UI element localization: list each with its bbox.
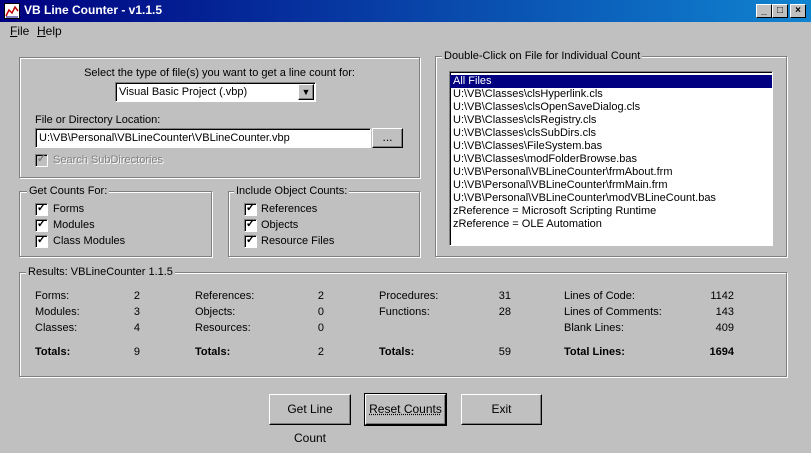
title-bar[interactable]: VB Line Counter - v1.1.5 _ □ × (0, 0, 811, 22)
list-item[interactable]: zReference = OLE Automation (450, 218, 772, 231)
references-label: References (261, 203, 317, 215)
location-label: File or Directory Location: (35, 114, 160, 126)
list-item[interactable]: U:\VB\Personal\VBLineCounter\modVBLineCo… (450, 192, 772, 205)
result-label: Resources: (195, 322, 251, 334)
list-item[interactable]: All Files (450, 75, 772, 88)
result-label: Objects: (195, 306, 235, 318)
totals-value: 2 (284, 346, 324, 358)
result-label: Lines of Comments: (564, 306, 662, 318)
maximize-button[interactable]: □ (772, 4, 788, 18)
minimize-button[interactable]: _ (756, 4, 772, 18)
object-counts-title: Include Object Counts: (234, 185, 349, 197)
list-item[interactable]: U:\VB\Classes\clsOpenSaveDialog.cls (450, 101, 772, 114)
location-value: U:\VB\Personal\VBLineCounter\VBLineCount… (39, 132, 290, 144)
totals-value: 9 (100, 346, 140, 358)
menu-help-mnemonic: H (37, 24, 46, 38)
objects-label: Objects (261, 219, 298, 231)
dropdown-arrow-icon[interactable]: ▼ (298, 84, 314, 100)
results-title: Results: VBLineCounter 1.1.5 (26, 266, 175, 278)
list-item[interactable]: zReference = Microsoft Scripting Runtime (450, 205, 772, 218)
total-lines-label: Total Lines: (564, 346, 625, 358)
result-label: Classes: (35, 322, 77, 334)
result-value: 28 (471, 306, 511, 318)
totals-label: Totals: (35, 346, 70, 358)
file-type-value: Visual Basic Project (.vbp) (119, 86, 247, 98)
result-label: Procedures: (379, 290, 438, 302)
location-input[interactable]: U:\VB\Personal\VBLineCounter\VBLineCount… (35, 128, 371, 148)
menu-bar: File Help (0, 22, 811, 40)
modules-checkbox[interactable]: ✓ (35, 219, 48, 232)
class-modules-label: Class Modules (53, 235, 125, 247)
result-value: 1142 (694, 290, 734, 302)
file-list-title: Double-Click on File for Individual Coun… (442, 50, 642, 62)
result-label: Modules: (35, 306, 80, 318)
result-value: 0 (284, 322, 324, 334)
result-label: Functions: (379, 306, 430, 318)
get-line-count-button[interactable]: Get Line Count (269, 394, 351, 425)
reset-counts-button[interactable]: Reset Counts (365, 394, 446, 425)
class-modules-checkbox[interactable]: ✓ (35, 235, 48, 248)
search-subdirs-checkbox[interactable]: ✓ (35, 154, 48, 167)
result-value: 4 (100, 322, 140, 334)
result-value: 31 (471, 290, 511, 302)
result-label: Lines of Code: (564, 290, 635, 302)
result-label: Blank Lines: (564, 322, 624, 334)
totals-label: Totals: (195, 346, 230, 358)
search-subdirs-label: Search SubDirectories (53, 154, 163, 166)
result-value: 2 (100, 290, 140, 302)
list-item[interactable]: U:\VB\Personal\VBLineCounter\frmMain.frm (450, 179, 772, 192)
file-listbox[interactable]: All Files U:\VB\Classes\clsHyperlink.cls… (449, 71, 773, 246)
forms-label: Forms (53, 203, 84, 215)
menu-help-label: elp (46, 24, 62, 38)
references-checkbox[interactable]: ✓ (244, 203, 257, 216)
result-value: 3 (100, 306, 140, 318)
file-type-label: Select the type of file(s) you want to g… (19, 67, 420, 79)
list-item[interactable]: U:\VB\Classes\clsRegistry.cls (450, 114, 772, 127)
browse-button[interactable]: ... (372, 128, 403, 148)
list-item[interactable]: U:\VB\Classes\modFolderBrowse.bas (450, 153, 772, 166)
result-value: 409 (694, 322, 734, 334)
totals-value: 59 (471, 346, 511, 358)
forms-checkbox[interactable]: ✓ (35, 203, 48, 216)
result-label: References: (195, 290, 254, 302)
modules-label: Modules (53, 219, 95, 231)
result-value: 2 (284, 290, 324, 302)
result-value: 0 (284, 306, 324, 318)
file-type-select[interactable]: Visual Basic Project (.vbp) ▼ (115, 82, 316, 102)
list-item[interactable]: U:\VB\Personal\VBLineCounter\frmAbout.fr… (450, 166, 772, 179)
list-item[interactable]: U:\VB\Classes\clsSubDirs.cls (450, 127, 772, 140)
menu-file-label: ile (17, 24, 29, 38)
objects-checkbox[interactable]: ✓ (244, 219, 257, 232)
menu-file[interactable]: File (10, 24, 29, 38)
result-label: Forms: (35, 290, 69, 302)
app-icon (4, 3, 20, 19)
totals-label: Totals: (379, 346, 414, 358)
result-value: 143 (694, 306, 734, 318)
resource-files-checkbox[interactable]: ✓ (244, 235, 257, 248)
list-item[interactable]: U:\VB\Classes\FileSystem.bas (450, 140, 772, 153)
window-title: VB Line Counter - v1.1.5 (24, 3, 162, 17)
total-lines-value: 1694 (694, 346, 734, 358)
get-counts-title: Get Counts For: (27, 185, 109, 197)
list-item[interactable]: U:\VB\Classes\clsHyperlink.cls (450, 88, 772, 101)
resource-files-label: Resource Files (261, 235, 334, 247)
close-button[interactable]: × (790, 4, 806, 18)
menu-help[interactable]: Help (37, 24, 62, 38)
exit-button[interactable]: Exit (461, 394, 542, 425)
